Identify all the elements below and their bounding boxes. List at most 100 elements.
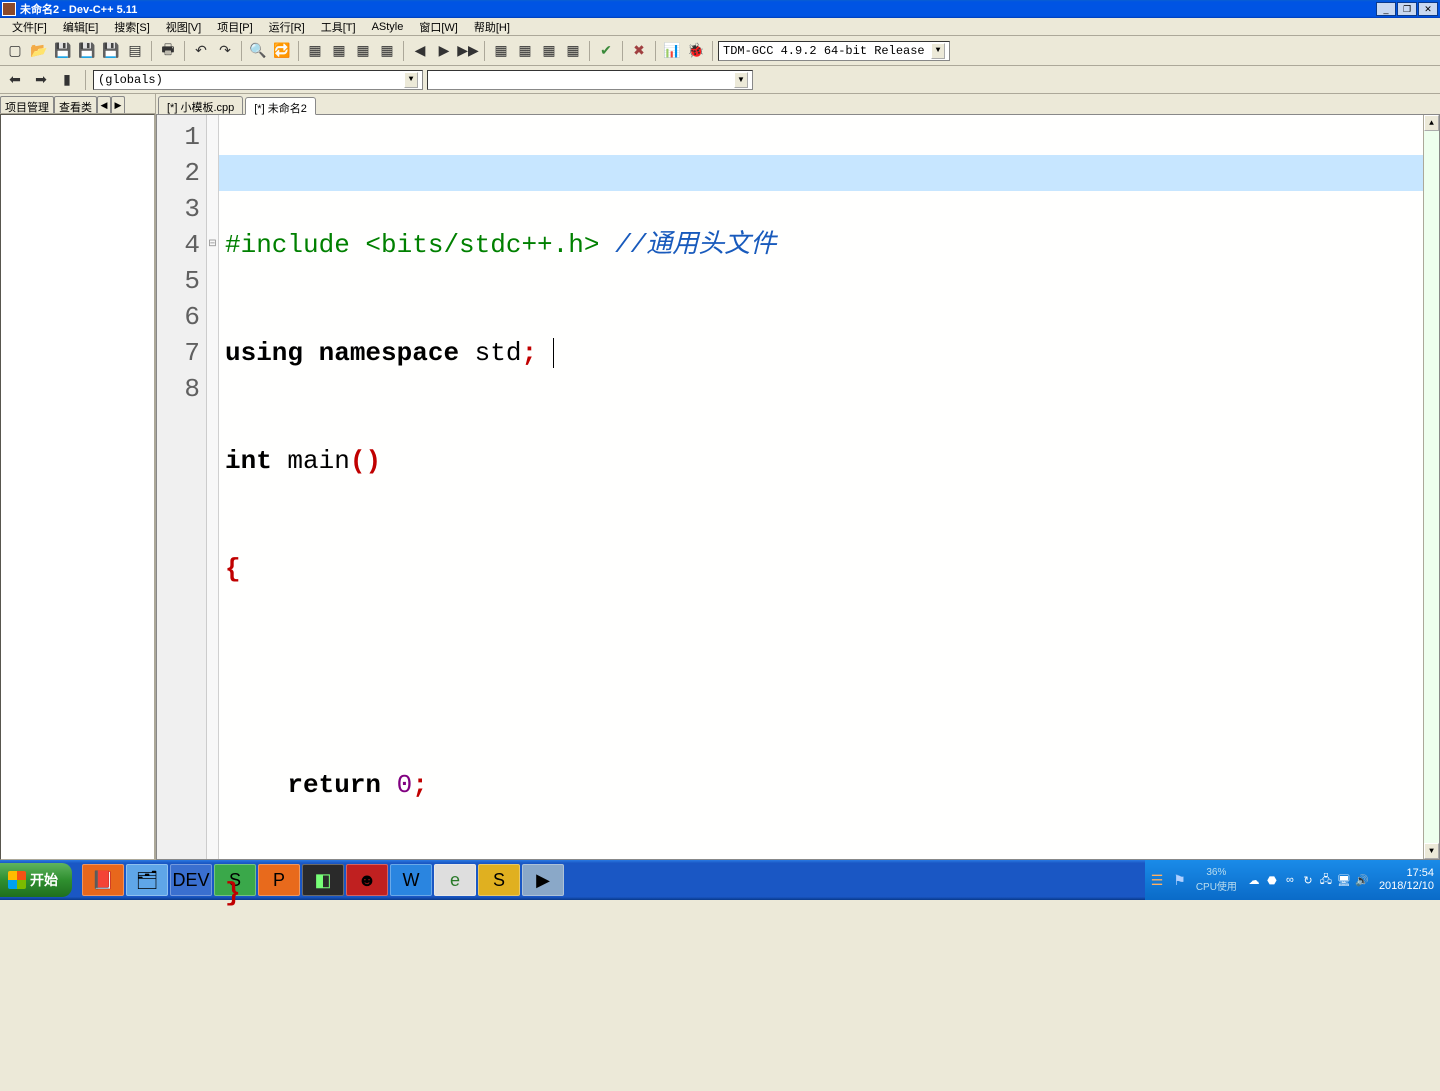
line-number: 1: [157, 119, 200, 155]
scroll-track[interactable]: [1424, 131, 1439, 843]
tab-classes[interactable]: 查看类: [54, 96, 97, 113]
tab-file-1[interactable]: [*] 小模板.cpp: [158, 96, 243, 114]
menu-project[interactable]: 项目[P]: [209, 18, 260, 36]
toolbar-separator: [589, 41, 590, 61]
compiler-combo[interactable]: TDM-GCC 4.9.2 64-bit Release ▼: [718, 41, 950, 61]
scope-value: (globals): [98, 73, 163, 87]
menu-help[interactable]: 帮助[H]: [466, 18, 518, 36]
scroll-up-icon[interactable]: ▲: [1424, 115, 1439, 131]
code-token: namespace: [303, 338, 459, 368]
code-comment: //通用头文件: [615, 230, 776, 260]
main-editor: [*] 小模板.cpp [*] 未命名2 1 2 3 4 5 6 7 8 ⊟: [156, 94, 1440, 860]
undo-icon[interactable]: ↶: [190, 40, 212, 62]
step-icon[interactable]: ▶▶: [457, 40, 479, 62]
check-icon[interactable]: ✔: [595, 40, 617, 62]
profile-icon[interactable]: 📊: [661, 40, 683, 62]
tab-project[interactable]: 项目管理: [0, 96, 54, 113]
code-token: 0: [397, 770, 413, 800]
code-token: return: [225, 770, 381, 800]
code-token: [381, 770, 397, 800]
new-file-icon[interactable]: ▢: [4, 40, 26, 62]
work-area: 项目管理 查看类 ◀ ▶ [*] 小模板.cpp [*] 未命名2 1 2 3 …: [0, 94, 1440, 860]
find-icon[interactable]: 🔍: [247, 40, 269, 62]
code-token: std: [459, 338, 521, 368]
fold-toggle-icon[interactable]: ⊟: [207, 227, 218, 263]
tab-next-icon[interactable]: ▶: [111, 96, 125, 113]
task-devcpp-icon[interactable]: DEV: [170, 864, 212, 896]
main-toolbar: ▢ 📂 💾 💾 💾 ▤ 🖶 ↶ ↷ 🔍 🔁 ▦ ▦ ▦ ▦ ◀ ▶ ▶▶ ▦ ▦…: [0, 36, 1440, 66]
code-area[interactable]: #include <bits/stdc++.h> //通用头文件 using n…: [219, 115, 1423, 859]
compile-icon[interactable]: ▦: [304, 40, 326, 62]
dropdown-arrow-icon[interactable]: ▼: [734, 72, 748, 88]
minimize-button[interactable]: _: [1376, 2, 1396, 16]
line-number: 4: [157, 227, 200, 263]
current-line-highlight: [219, 155, 1423, 191]
code-token: #include: [225, 230, 350, 260]
secondary-toolbar: ⬅ ➡ ▮ (globals) ▼ ▼: [0, 66, 1440, 94]
task-explorer-icon[interactable]: 🗂: [126, 864, 168, 896]
code-token: ;: [521, 338, 537, 368]
line-number: 5: [157, 263, 200, 299]
tab-file-2[interactable]: [*] 未命名2: [245, 97, 316, 115]
menu-run[interactable]: 运行[R]: [261, 18, 313, 36]
close-file-icon[interactable]: ▤: [124, 40, 146, 62]
grid1-icon[interactable]: ▦: [490, 40, 512, 62]
close-button[interactable]: ✕: [1418, 2, 1438, 16]
dropdown-arrow-icon[interactable]: ▼: [404, 72, 418, 88]
scroll-down-icon[interactable]: ▼: [1424, 843, 1439, 859]
menu-astyle[interactable]: AStyle: [364, 20, 412, 34]
fold-column: ⊟: [207, 115, 219, 859]
start-button[interactable]: 开始: [0, 863, 72, 897]
toolbar-separator: [184, 41, 185, 61]
replace-icon[interactable]: 🔁: [271, 40, 293, 62]
tab-prev-icon[interactable]: ◀: [97, 96, 111, 113]
scope-combo[interactable]: (globals) ▼: [93, 70, 423, 90]
bookmark-icon[interactable]: ▮: [56, 69, 78, 91]
start-label: 开始: [30, 870, 58, 890]
grid2-icon[interactable]: ▦: [514, 40, 536, 62]
code-token: <bits/stdc++.h>: [350, 230, 615, 260]
save-icon[interactable]: 💾: [52, 40, 74, 62]
code-token: ;: [412, 770, 428, 800]
dropdown-arrow-icon[interactable]: ▼: [931, 43, 945, 59]
save-as-icon[interactable]: 💾: [100, 40, 122, 62]
menu-window[interactable]: 窗口[W]: [411, 18, 466, 36]
compile-run-icon[interactable]: ▦: [352, 40, 374, 62]
save-all-icon[interactable]: 💾: [76, 40, 98, 62]
debug-icon[interactable]: ◀: [409, 40, 431, 62]
member-combo[interactable]: ▼: [427, 70, 753, 90]
toolbar-separator: [241, 41, 242, 61]
windows-logo-icon: [8, 871, 26, 889]
menu-search[interactable]: 搜索[S]: [106, 18, 157, 36]
open-file-icon[interactable]: 📂: [28, 40, 50, 62]
debug-bug-icon[interactable]: 🐞: [685, 40, 707, 62]
menu-tools[interactable]: 工具[T]: [313, 18, 364, 36]
editor[interactable]: 1 2 3 4 5 6 7 8 ⊟ #include <: [156, 114, 1440, 860]
menu-edit[interactable]: 编辑[E]: [55, 18, 106, 36]
goto-back-icon[interactable]: ⬅: [4, 69, 26, 91]
toolbar-separator: [85, 70, 86, 90]
grid3-icon[interactable]: ▦: [538, 40, 560, 62]
menu-view[interactable]: 视图[V]: [158, 18, 209, 36]
toolbar-separator: [403, 41, 404, 61]
editor-tabs: [*] 小模板.cpp [*] 未命名2: [156, 94, 1440, 114]
rebuild-icon[interactable]: ▦: [376, 40, 398, 62]
redo-icon[interactable]: ↷: [214, 40, 236, 62]
line-number: 6: [157, 299, 200, 335]
line-gutter: 1 2 3 4 5 6 7 8: [157, 115, 207, 859]
project-tree[interactable]: [0, 114, 155, 860]
goto-fwd-icon[interactable]: ➡: [30, 69, 52, 91]
grid4-icon[interactable]: ▦: [562, 40, 584, 62]
delete-icon[interactable]: ✖: [628, 40, 650, 62]
maximize-button[interactable]: ❐: [1397, 2, 1417, 16]
task-app-1-icon[interactable]: 📕: [82, 864, 124, 896]
line-number: 8: [157, 371, 200, 407]
run-icon[interactable]: ▦: [328, 40, 350, 62]
stop-icon[interactable]: ▶: [433, 40, 455, 62]
title-bar: 未命名2 - Dev-C++ 5.11 _ ❐ ✕: [0, 0, 1440, 18]
vertical-scrollbar[interactable]: ▲ ▼: [1423, 115, 1439, 859]
print-icon[interactable]: 🖶: [157, 40, 179, 62]
code-token: main: [287, 446, 349, 476]
app-icon: [2, 2, 16, 16]
menu-file[interactable]: 文件[F]: [4, 18, 55, 36]
